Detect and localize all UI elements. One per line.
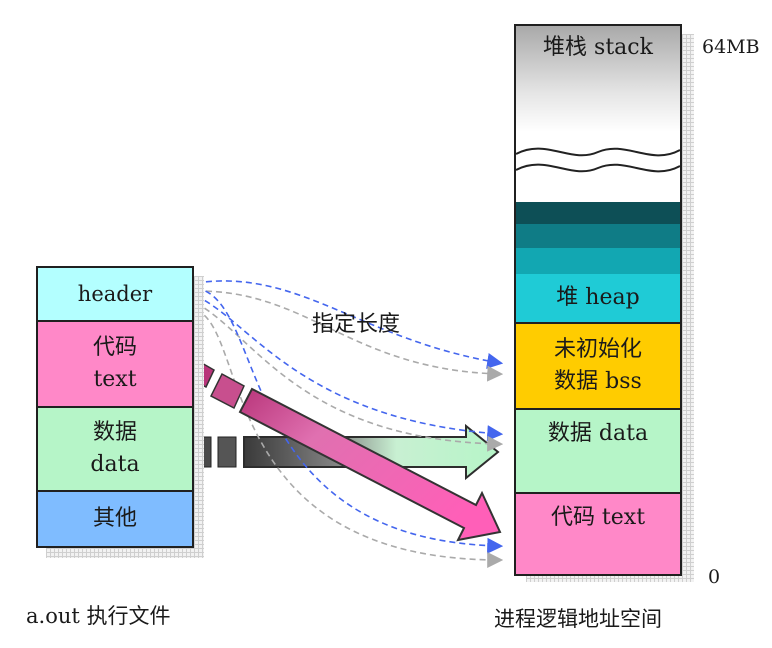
mem-bss-segment: 未初始化 数据 bss xyxy=(516,322,680,408)
mem-bss-label-line1: 未初始化 xyxy=(553,337,642,363)
mem-bss-label-line2: 数据 bss xyxy=(554,369,642,394)
file-other-segment: 其他 xyxy=(38,490,192,546)
mem-text-label: 代码 text xyxy=(550,505,646,530)
heap-band-dark xyxy=(516,202,680,224)
file-text-segment: 代码 text xyxy=(38,320,192,406)
mem-data-label: 数据 data xyxy=(547,421,649,446)
file-header-label: header xyxy=(77,281,153,306)
mem-heap-label: 堆 heap xyxy=(556,285,640,311)
file-text-label-en: text xyxy=(93,367,137,392)
heap-band-light xyxy=(516,248,680,274)
top-address-label: 64MB xyxy=(702,36,760,58)
file-data-label-en: data xyxy=(90,452,140,477)
heap-band-mid xyxy=(516,224,680,248)
executable-file-box: header 代码 text 数据 data 其他 xyxy=(36,266,194,548)
mem-stack-segment: 堆栈 stack xyxy=(516,26,680,202)
memory-caption: 进程逻辑地址空间 xyxy=(494,607,662,631)
file-text-label-cn: 代码 xyxy=(92,335,137,361)
file-caption: a.out 执行文件 xyxy=(26,604,171,628)
bottom-address-label: 0 xyxy=(708,566,721,588)
file-header-segment: header xyxy=(38,268,192,320)
mem-text-segment: 代码 text xyxy=(516,492,680,574)
file-data-label-cn: 数据 xyxy=(92,420,137,446)
specified-length-label: 指定长度 xyxy=(312,312,401,337)
process-address-space-box: 堆栈 stack 堆 heap 未初始化 数据 bss 数据 data 代码 t… xyxy=(514,24,682,576)
mem-data-segment: 数据 data xyxy=(516,408,680,492)
mem-heap-segment: 堆 heap xyxy=(516,274,680,322)
file-other-label: 其他 xyxy=(92,506,137,532)
address-gap-break-icon xyxy=(516,147,680,173)
file-data-segment: 数据 data xyxy=(38,406,192,490)
